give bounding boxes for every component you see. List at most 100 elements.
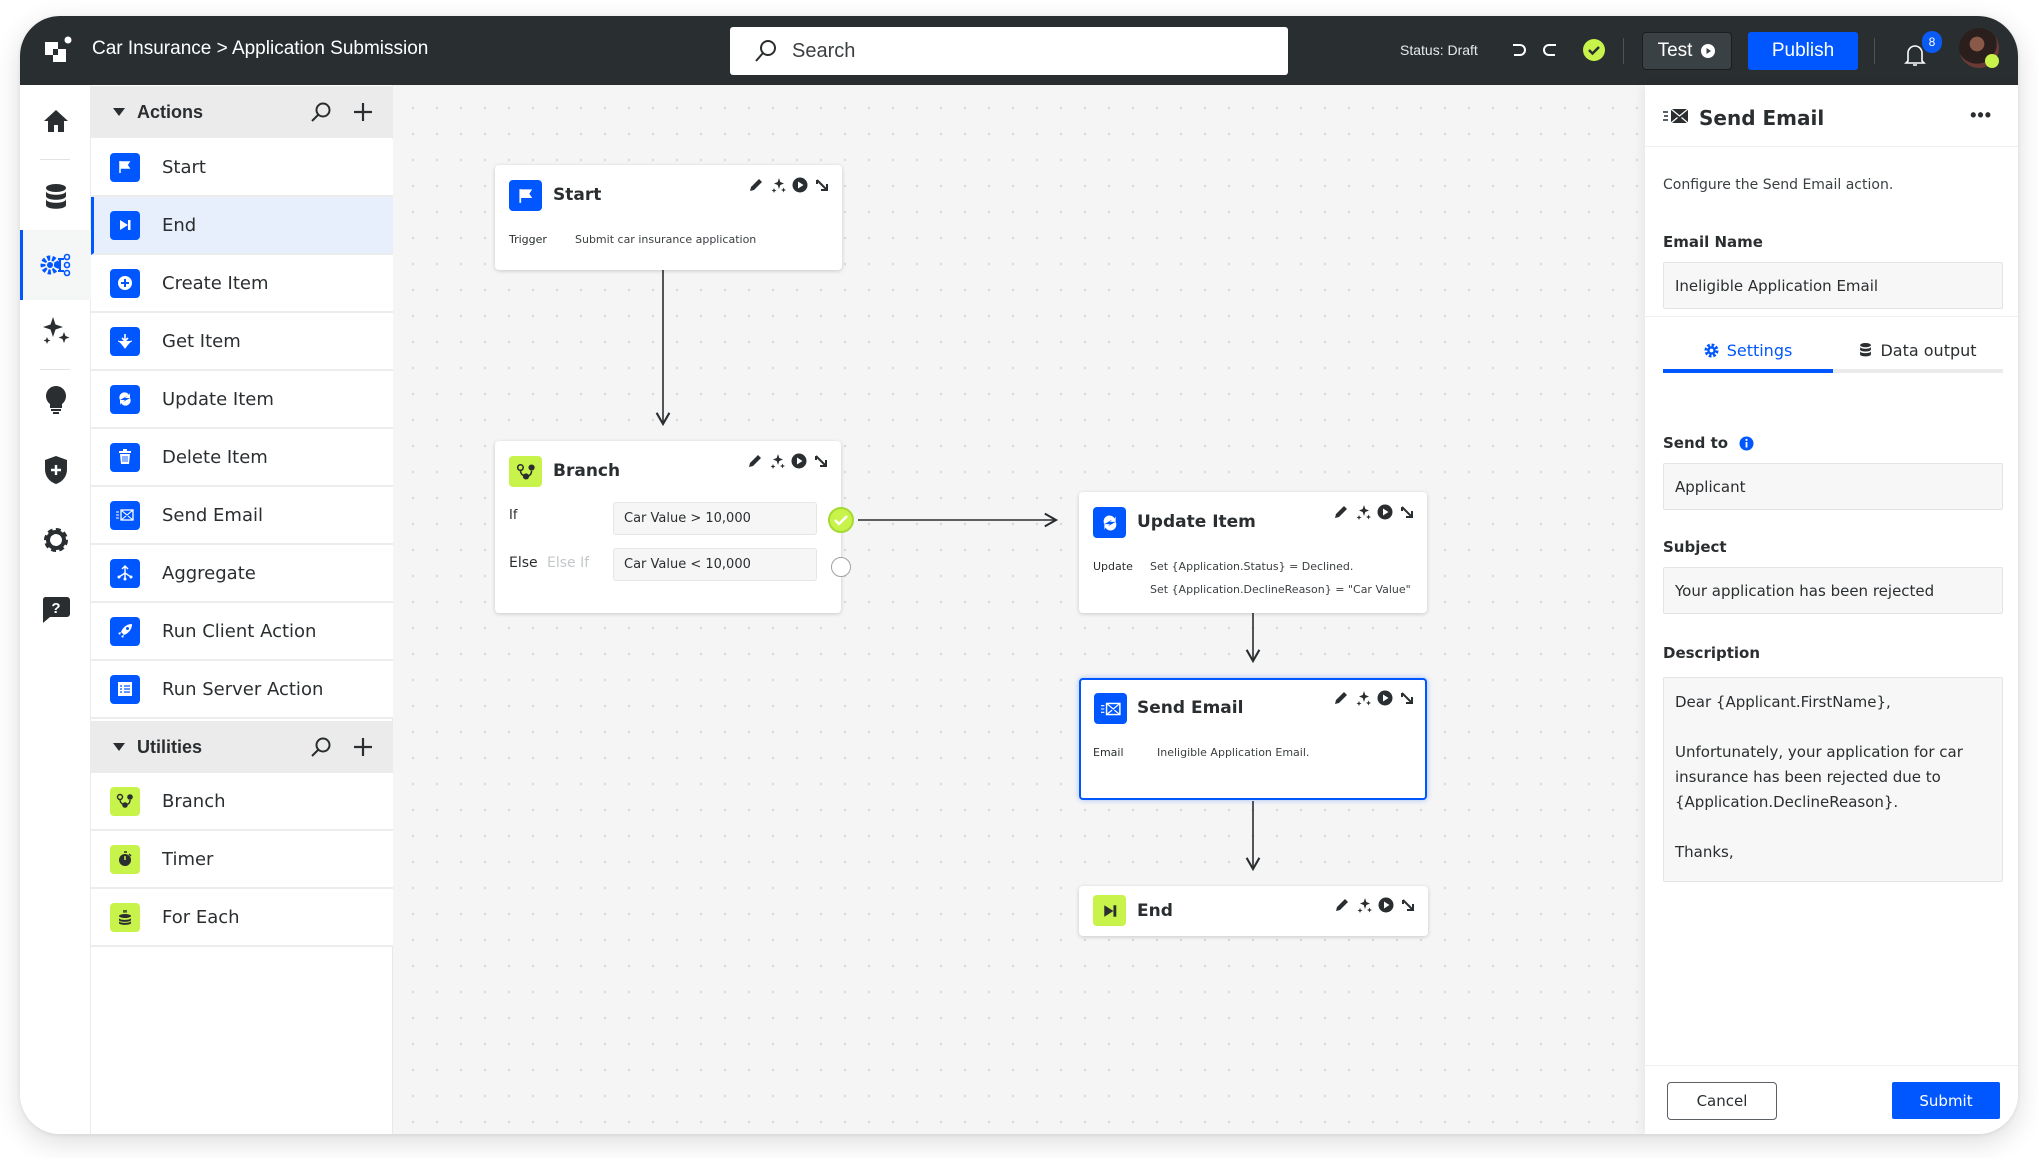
flow-node-start[interactable]: Start Trigger Submit car insurance appli… [495, 165, 842, 270]
ai-sparkles-icon[interactable] [1355, 690, 1371, 706]
undo-icon [1513, 44, 1526, 56]
flow-canvas[interactable]: Start Trigger Submit car insurance appli… [393, 85, 1645, 1134]
refresh-icon [110, 384, 140, 414]
action-item-get-item[interactable]: Get Item [91, 313, 393, 371]
ai-sparkles-icon[interactable] [1355, 504, 1371, 520]
action-item-start[interactable]: Start [91, 139, 393, 197]
action-item-label: Run Client Action [162, 620, 317, 642]
flow-node-branch[interactable]: Branch If Car Value > 10,000 Else Else I… [495, 441, 854, 613]
validation-status[interactable] [1582, 38, 1606, 62]
if-condition-field[interactable]: Car Value > 10,000 [613, 502, 817, 535]
subject-label: Subject [1663, 538, 1727, 556]
run-play-icon[interactable] [1377, 690, 1393, 706]
skip-end-icon [1093, 895, 1126, 926]
edit-pencil-icon[interactable] [747, 453, 763, 469]
action-item-label: Get Item [162, 330, 241, 352]
else-condition-field[interactable]: Car Value < 10,000 [613, 548, 817, 581]
else-output-port[interactable] [831, 557, 851, 577]
action-item-end[interactable]: End [91, 197, 393, 255]
trash-icon [110, 442, 140, 472]
action-item-run-server-action[interactable]: Run Server Action [91, 661, 393, 719]
subject-input[interactable] [1663, 567, 2003, 614]
collapse-caret-icon[interactable] [113, 743, 125, 751]
run-play-icon[interactable] [1378, 897, 1394, 913]
utility-item-label: Branch [162, 790, 226, 812]
tab-data-output[interactable]: Data output [1833, 330, 2003, 370]
action-item-delete-item[interactable]: Delete Item [91, 429, 393, 487]
expand-arrow-icon[interactable] [813, 453, 829, 469]
aggregate-icon [110, 558, 140, 588]
cancel-button[interactable]: Cancel [1667, 1082, 1777, 1120]
tab-settings[interactable]: Settings [1663, 330, 1833, 370]
rail-item-help[interactable]: ? [20, 590, 91, 630]
action-item-label: End [162, 214, 197, 236]
redo-button[interactable] [1538, 38, 1562, 62]
app-window: Car Insurance > Application Submission S… [20, 16, 2018, 1134]
action-item-label: Run Server Action [162, 678, 324, 700]
expand-arrow-icon[interactable] [1400, 897, 1416, 913]
rail-item-logic[interactable] [20, 230, 91, 300]
submit-button[interactable]: Submit [1892, 1082, 2000, 1119]
run-play-icon[interactable] [792, 177, 808, 193]
breadcrumb[interactable]: Car Insurance > Application Submission [92, 38, 428, 60]
rail-item-home[interactable] [20, 101, 91, 141]
rail-item-ai[interactable] [20, 310, 91, 350]
edit-pencil-icon[interactable] [1334, 897, 1350, 913]
utility-item-branch[interactable]: Branch [91, 773, 393, 831]
run-play-icon[interactable] [1377, 504, 1393, 520]
else-if-label[interactable]: Else If [547, 555, 589, 571]
ai-sparkles-icon[interactable] [1356, 897, 1372, 913]
search-actions-button[interactable] [309, 100, 333, 124]
flow-node-send-email[interactable]: Send Email Email Ineligible Application … [1079, 678, 1427, 800]
ai-sparkles-icon[interactable] [769, 453, 785, 469]
edit-pencil-icon[interactable] [1333, 504, 1349, 520]
rail-item-data[interactable] [20, 177, 91, 217]
action-item-send-email[interactable]: Send Email [91, 487, 393, 545]
add-action-button[interactable] [351, 100, 375, 124]
lightbulb-icon [45, 386, 66, 414]
search-input[interactable] [792, 27, 1272, 75]
tab-settings-label: Settings [1726, 340, 1793, 360]
edit-pencil-icon[interactable] [748, 177, 764, 193]
expand-arrow-icon[interactable] [1399, 690, 1415, 706]
utility-item-timer[interactable]: Timer [91, 831, 393, 889]
app-logo-icon[interactable] [44, 36, 74, 66]
rail-divider [40, 369, 70, 370]
else-label[interactable]: Else [509, 555, 538, 571]
action-item-run-client-action[interactable]: Run Client Action [91, 603, 393, 661]
search-utilities-button[interactable] [309, 735, 333, 759]
expand-arrow-icon[interactable] [814, 177, 830, 193]
email-body-textarea[interactable]: Dear {Applicant.FirstName}, Unfortunatel… [1663, 677, 2003, 882]
run-play-icon[interactable] [791, 453, 807, 469]
action-item-update-item[interactable]: Update Item [91, 371, 393, 429]
more-options-icon[interactable]: ••• [1970, 105, 1992, 126]
test-button[interactable]: Test [1642, 32, 1732, 70]
flow-node-end[interactable]: End [1079, 886, 1428, 936]
send-to-input[interactable] [1663, 463, 2003, 510]
rail-item-ideas[interactable] [20, 380, 91, 420]
flow-node-update-item[interactable]: Update Item Update Set {Application.Stat… [1079, 492, 1427, 613]
rail-item-settings[interactable] [20, 520, 91, 560]
utility-item-for-each[interactable]: For Each [91, 889, 393, 947]
action-item-label: Delete Item [162, 446, 268, 468]
email-name-input[interactable] [1663, 262, 2003, 309]
rail-item-security[interactable] [20, 450, 91, 490]
ai-sparkles-icon[interactable] [770, 177, 786, 193]
edit-pencil-icon[interactable] [1333, 690, 1349, 706]
add-utility-button[interactable] [351, 735, 375, 759]
collapse-caret-icon[interactable] [113, 108, 125, 116]
if-output-port-connected[interactable] [828, 507, 854, 533]
publish-button[interactable]: Publish [1748, 32, 1858, 70]
undo-button[interactable] [1506, 38, 1530, 62]
search-box[interactable] [730, 27, 1288, 75]
send-to-label-row: Send to [1663, 434, 1754, 452]
actions-section-header[interactable]: Actions [91, 86, 393, 138]
utilities-section-header[interactable]: Utilities [91, 721, 393, 773]
server-icon [110, 674, 140, 704]
action-item-aggregate[interactable]: Aggregate [91, 545, 393, 603]
action-item-create-item[interactable]: Create Item [91, 255, 393, 313]
expand-arrow-icon[interactable] [1399, 504, 1415, 520]
node-field-value-line-1: Set {Application.Status} = Declined. [1150, 560, 1354, 573]
status-text: Status: Draft [1400, 42, 1478, 58]
info-icon[interactable] [1739, 436, 1754, 451]
